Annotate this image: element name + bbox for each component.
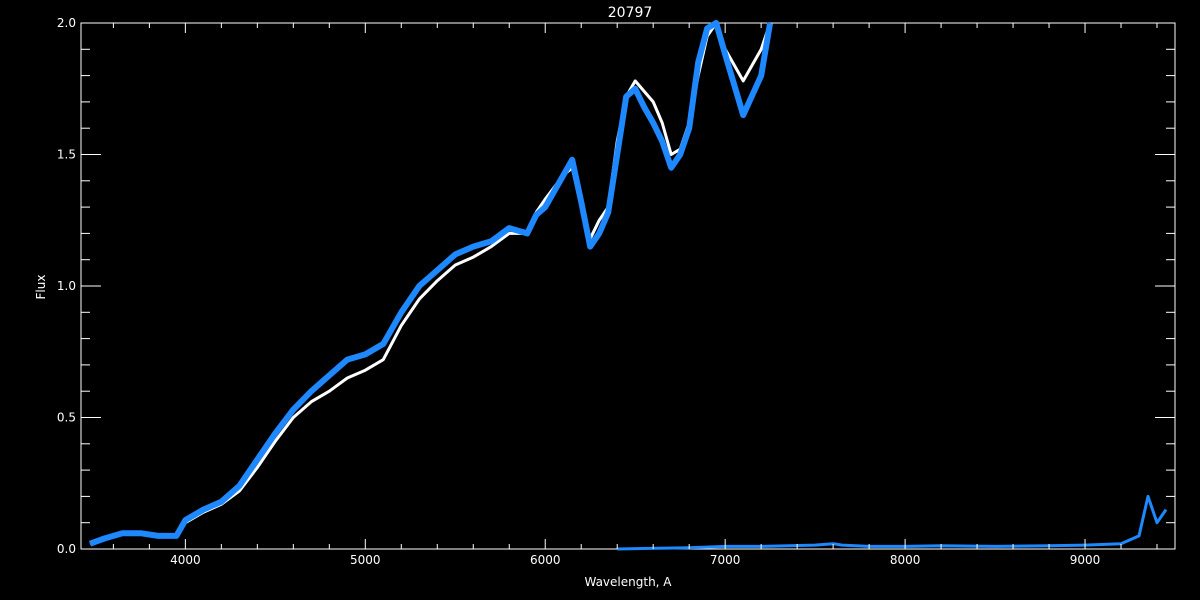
x-tick-label: 5000 [350,553,381,567]
x-tick-label: 6000 [530,553,561,567]
y-axis-label: Flux [34,275,48,300]
y-tick-label: 0.5 [57,411,76,425]
spectrum-series-3 [617,494,1168,551]
spectrum-series-group [88,20,1168,551]
x-tick-label: 7000 [710,553,741,567]
x-tick-label: 8000 [890,553,921,567]
spectrum-chart: 20797 4000 5000 6000 7000 8000 9000 0.0 0.5 1.0 1… [34,5,1176,589]
spectrum-series-2 [88,20,774,547]
x-tick-label: 9000 [1070,553,1101,567]
y-tick-label: 0.0 [57,542,76,556]
x-tick-label: 4000 [170,553,201,567]
y-tick-label: 2.0 [57,16,76,30]
chart-title: 20797 [608,5,653,21]
spectrum-series-1 [89,21,772,546]
x-axis-label: Wavelength, A [584,575,672,589]
y-tick-label: 1.0 [57,279,76,293]
axis-ticks: 4000 5000 6000 7000 8000 9000 0.0 0.5 1.0 1.5 2.0 [57,16,1175,567]
y-tick-label: 1.5 [57,148,76,162]
